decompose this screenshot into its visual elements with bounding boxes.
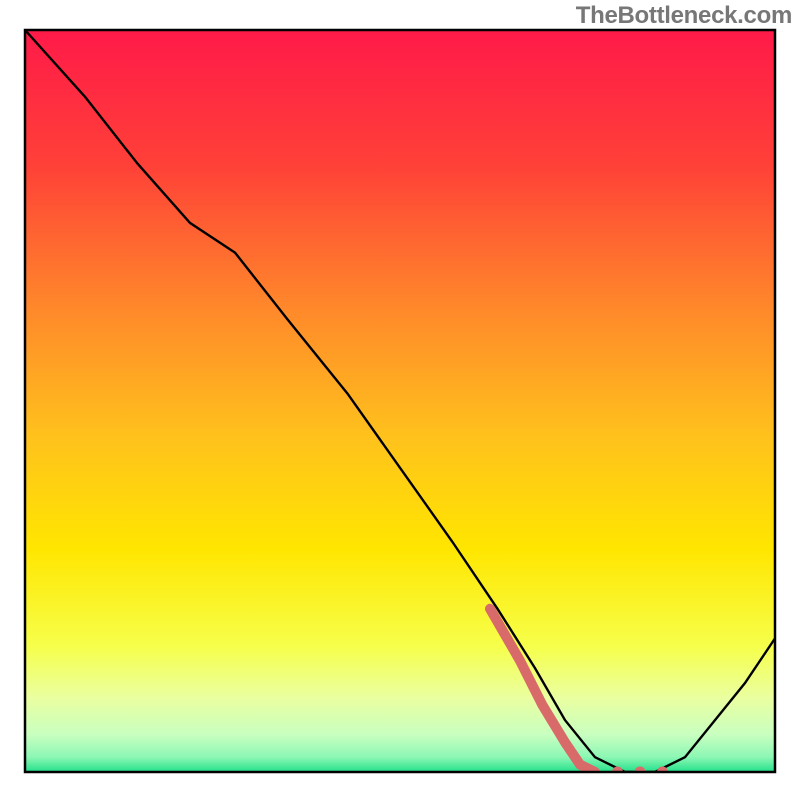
plot-background xyxy=(25,30,775,772)
chart-svg xyxy=(0,0,800,800)
chart-canvas: TheBottleneck.com xyxy=(0,0,800,800)
watermark-text: TheBottleneck.com xyxy=(576,2,792,30)
